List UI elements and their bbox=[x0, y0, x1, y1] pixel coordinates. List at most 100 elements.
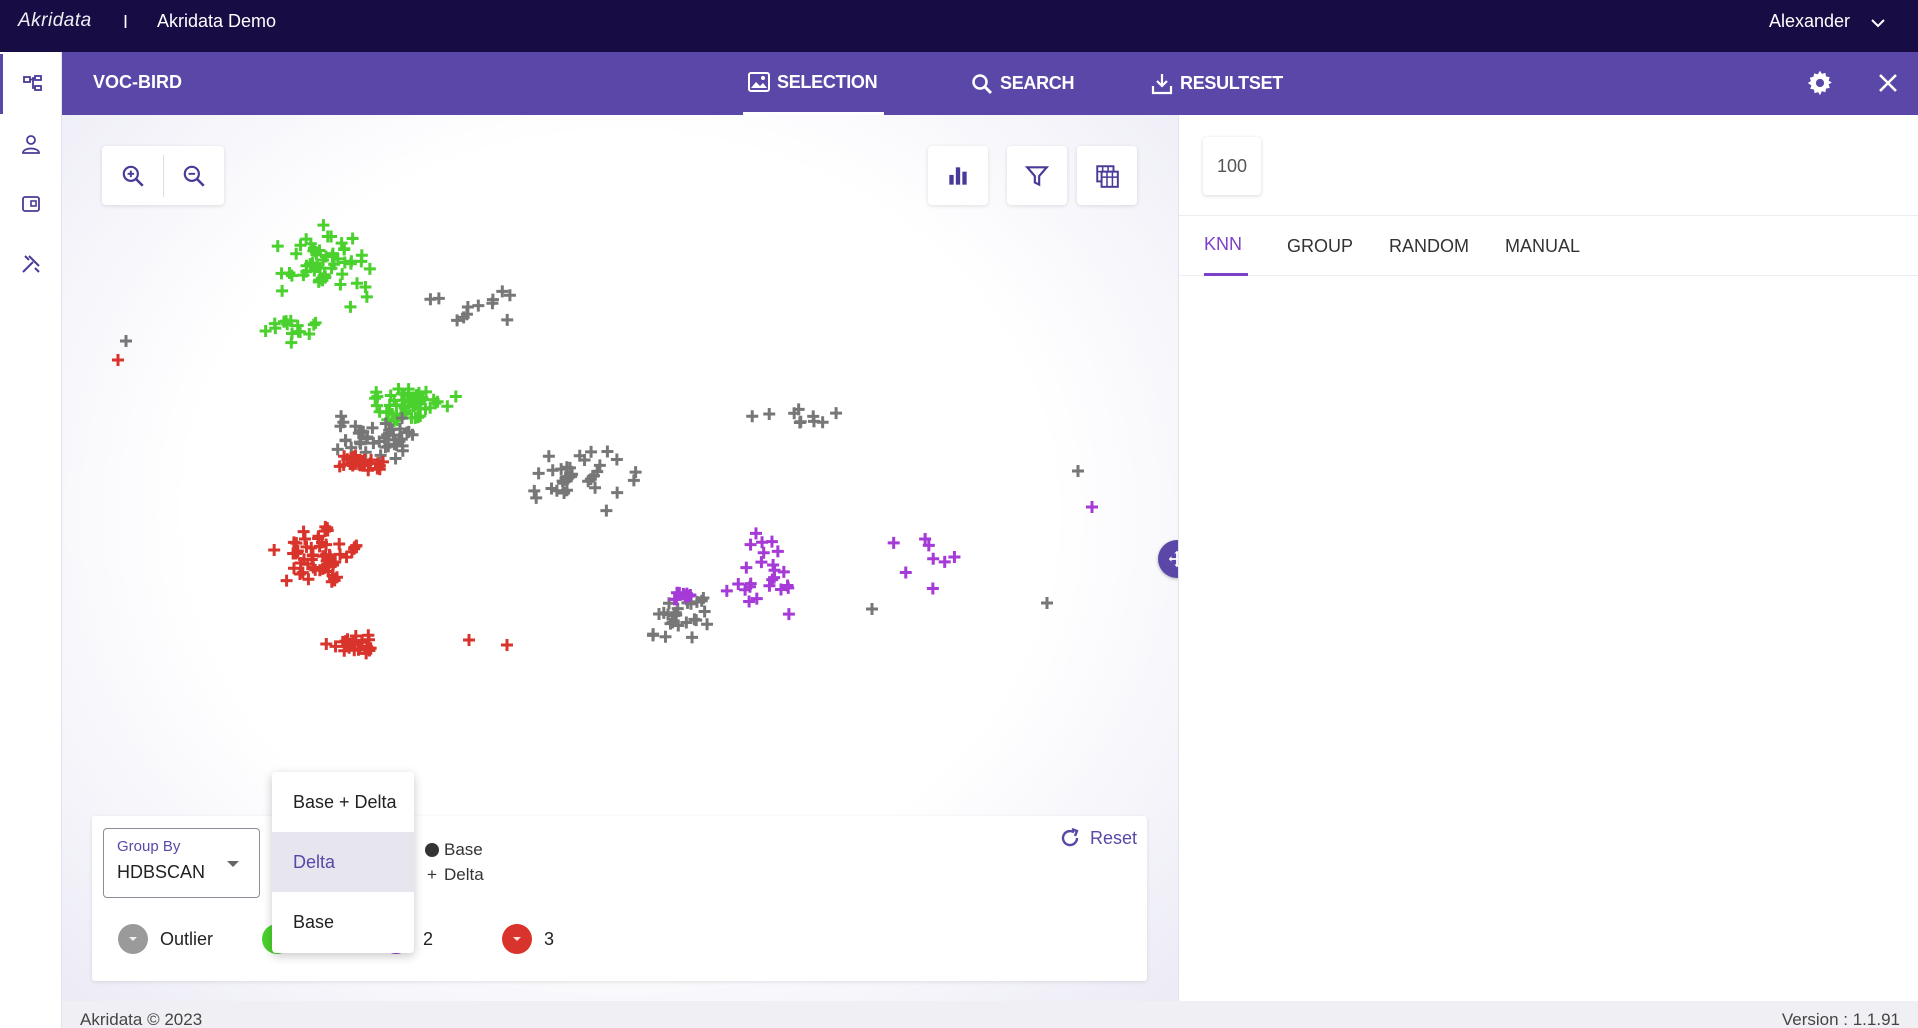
nav-item-catalog[interactable] bbox=[0, 174, 62, 234]
scatter-point[interactable] bbox=[336, 268, 349, 281]
settings-button[interactable] bbox=[1804, 67, 1836, 99]
scatter-point[interactable] bbox=[461, 300, 474, 313]
scatter-point[interactable] bbox=[698, 605, 711, 618]
zoom-in-button[interactable] bbox=[103, 146, 163, 205]
scatter-point[interactable] bbox=[755, 556, 768, 569]
scatter-point[interactable] bbox=[363, 262, 376, 275]
scatter-point[interactable] bbox=[1041, 597, 1053, 609]
scatter-point[interactable] bbox=[339, 434, 352, 447]
scatter-point[interactable] bbox=[297, 525, 310, 538]
chart-button[interactable] bbox=[928, 146, 988, 205]
menu-item-base[interactable]: Base bbox=[272, 892, 414, 952]
selection-count-input[interactable]: 100 bbox=[1203, 137, 1261, 195]
scatter-point[interactable] bbox=[449, 390, 462, 403]
scatter-point[interactable] bbox=[472, 299, 485, 312]
scatter-point[interactable] bbox=[732, 578, 745, 591]
scatter-point[interactable] bbox=[611, 486, 624, 499]
scatter-point[interactable] bbox=[389, 452, 402, 465]
scatter-point[interactable] bbox=[899, 566, 912, 579]
scatter-point[interactable] bbox=[320, 638, 333, 651]
nav-item-user[interactable] bbox=[0, 114, 62, 174]
scatter-point[interactable] bbox=[275, 267, 288, 280]
scatter-point[interactable] bbox=[528, 484, 541, 497]
scatter-point[interactable] bbox=[463, 634, 475, 646]
scatter-point[interactable] bbox=[280, 574, 293, 587]
scatter-point[interactable] bbox=[501, 313, 514, 326]
scatter-point[interactable] bbox=[338, 243, 351, 256]
scatter-point[interactable] bbox=[317, 219, 330, 232]
scatter-point[interactable] bbox=[285, 336, 298, 349]
scatter-point[interactable] bbox=[344, 300, 357, 313]
scatter-point[interactable] bbox=[271, 240, 284, 253]
reset-button[interactable]: Reset bbox=[1058, 826, 1137, 850]
scatter-point[interactable] bbox=[546, 464, 559, 477]
scatter-point[interactable] bbox=[887, 536, 900, 549]
user-menu[interactable]: Alexander bbox=[1769, 11, 1850, 32]
nav-item-tools[interactable] bbox=[0, 234, 62, 294]
scatter-point[interactable] bbox=[530, 491, 543, 504]
tab-manual[interactable]: MANUAL bbox=[1505, 216, 1580, 276]
scatter-point[interactable] bbox=[355, 249, 368, 262]
group-by-select[interactable]: Group By HDBSCAN bbox=[103, 828, 260, 898]
tab-selection[interactable]: SELECTION bbox=[743, 52, 884, 115]
scatter-point[interactable] bbox=[771, 545, 784, 558]
scatter-point[interactable] bbox=[601, 445, 614, 458]
scatter-point[interactable] bbox=[1086, 501, 1098, 513]
scatter-point[interactable] bbox=[777, 565, 790, 578]
tab-random[interactable]: RANDOM bbox=[1389, 216, 1469, 276]
scatter-point[interactable] bbox=[346, 232, 359, 245]
scatter-point[interactable] bbox=[369, 392, 382, 405]
scatter-point[interactable] bbox=[744, 538, 757, 551]
scatter-point[interactable] bbox=[600, 504, 613, 517]
project-name[interactable]: Akridata Demo bbox=[157, 11, 276, 32]
tab-group[interactable]: GROUP bbox=[1287, 216, 1353, 276]
scatter-point[interactable] bbox=[585, 445, 598, 458]
menu-item-base-delta[interactable]: Base + Delta bbox=[272, 772, 414, 832]
scatter-point[interactable] bbox=[866, 603, 878, 615]
menu-item-delta[interactable]: Delta bbox=[272, 832, 414, 892]
scatter-point[interactable] bbox=[276, 284, 289, 297]
scatter-point[interactable] bbox=[701, 618, 714, 631]
zoom-out-button[interactable] bbox=[164, 146, 224, 205]
tab-search[interactable]: SEARCH bbox=[970, 52, 1075, 115]
scatter-point[interactable] bbox=[629, 466, 642, 479]
cluster-toggle-3[interactable]: 3 bbox=[502, 924, 554, 954]
scatter-point[interactable] bbox=[333, 538, 346, 551]
scatter-point[interactable] bbox=[794, 415, 807, 428]
scatter-point[interactable] bbox=[112, 354, 124, 366]
scatter-point[interactable] bbox=[646, 629, 659, 642]
scatter-point[interactable] bbox=[816, 416, 829, 429]
scatter-point[interactable] bbox=[690, 614, 703, 627]
scatter-point[interactable] bbox=[740, 561, 753, 574]
scatter-point[interactable] bbox=[627, 474, 640, 487]
scatter-point[interactable] bbox=[120, 335, 132, 347]
scatter-point[interactable] bbox=[309, 316, 322, 329]
scatter-point[interactable] bbox=[268, 544, 281, 557]
scatter-point[interactable] bbox=[334, 278, 347, 291]
filter-button[interactable] bbox=[1007, 146, 1067, 205]
scatter-point[interactable] bbox=[344, 257, 357, 270]
scatter-point[interactable] bbox=[782, 608, 795, 621]
nav-item-hierarchy[interactable] bbox=[0, 54, 62, 114]
scatter-point[interactable] bbox=[285, 269, 298, 282]
scatter-point[interactable] bbox=[746, 410, 759, 423]
scatter-point[interactable] bbox=[292, 325, 305, 338]
table-button[interactable] bbox=[1077, 146, 1137, 205]
tab-knn[interactable]: KNN bbox=[1204, 216, 1249, 276]
scatter-point[interactable] bbox=[610, 453, 623, 466]
scatter-point[interactable] bbox=[830, 407, 843, 420]
close-button[interactable] bbox=[1872, 67, 1904, 99]
scatter-point[interactable] bbox=[1072, 465, 1084, 477]
scatter-point[interactable] bbox=[331, 443, 344, 456]
scatter-point[interactable] bbox=[927, 552, 940, 565]
scatter-point[interactable] bbox=[659, 630, 672, 643]
scatter-point[interactable] bbox=[926, 582, 939, 595]
scatter-point[interactable] bbox=[424, 293, 437, 306]
akridata-logo[interactable]: Akridata bbox=[18, 10, 92, 32]
scatter-point[interactable] bbox=[532, 467, 545, 480]
scatter-point[interactable] bbox=[542, 450, 555, 463]
scatter-point[interactable] bbox=[749, 527, 762, 540]
scatter-point[interactable] bbox=[593, 459, 606, 472]
cluster-toggle-outlier[interactable]: Outlier bbox=[118, 924, 213, 954]
chevron-down-icon[interactable] bbox=[1868, 13, 1888, 33]
